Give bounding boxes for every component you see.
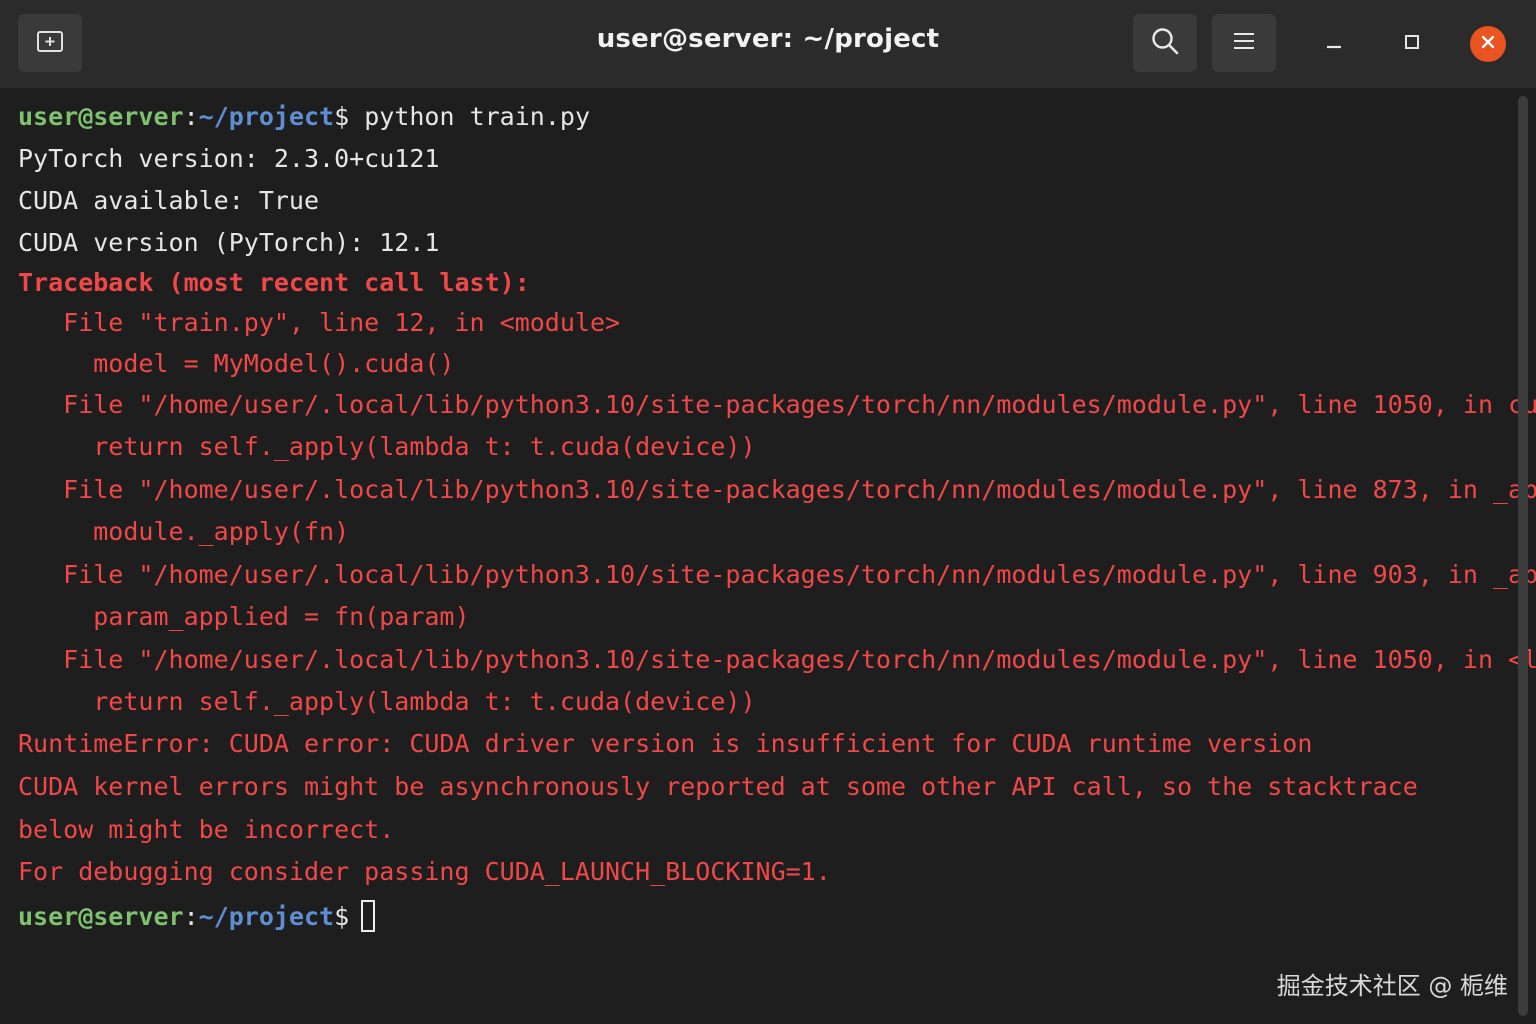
prompt-colon: : <box>183 902 199 931</box>
search-button[interactable] <box>1133 14 1197 72</box>
traceback-line: return self._apply(lambda t: t.cuda(devi… <box>18 687 756 716</box>
output-line: CUDA available: True <box>18 186 320 215</box>
new-tab-icon <box>36 28 64 59</box>
close-button[interactable] <box>1470 26 1506 62</box>
error-line: For debugging consider passing CUDA_LAUN… <box>18 857 831 886</box>
prompt-user: user@server <box>18 102 184 131</box>
traceback-header: Traceback (most recent call last): <box>18 268 530 297</box>
maximize-icon <box>1403 33 1421 56</box>
watermark: 掘金技术社区 @ 栀维 <box>1276 972 1508 1000</box>
traceback-line: module._apply(fn) <box>18 517 350 546</box>
minimize-icon <box>1325 33 1343 56</box>
prompt-dollar: $ <box>334 902 350 931</box>
error-line: below might be incorrect. <box>18 815 395 844</box>
close-icon <box>1479 33 1497 56</box>
traceback-line: File "/home/user/.local/lib/python3.10/s… <box>18 475 1536 504</box>
output-line: CUDA version (PyTorch): 12.1 <box>18 228 440 257</box>
terminal-output[interactable]: user@server:~/project$ python train.py P… <box>0 88 1536 1024</box>
text-cursor <box>361 900 376 932</box>
traceback-line: File "/home/user/.local/lib/python3.10/s… <box>18 645 1536 674</box>
hamburger-menu-icon <box>1232 31 1256 56</box>
scrollbar[interactable] <box>1518 96 1528 1016</box>
error-line: CUDA kernel errors might be asynchronous… <box>18 772 1418 801</box>
traceback-line: return self._apply(lambda t: t.cuda(devi… <box>18 432 756 461</box>
prompt-user: user@server <box>18 902 184 931</box>
prompt-path: ~/project <box>198 102 335 131</box>
traceback-line: File "/home/user/.local/lib/python3.10/s… <box>18 560 1536 589</box>
output-line: PyTorch version: 2.3.0+cu121 <box>18 144 440 173</box>
terminal-window: user@server: ~/project user@server:~/pro… <box>0 0 1536 1024</box>
traceback-line: File "/home/user/.local/lib/python3.10/s… <box>18 390 1536 419</box>
window-title: user@server: ~/project <box>596 24 940 54</box>
new-tab-button[interactable] <box>18 14 82 72</box>
prompt-path: ~/project <box>198 902 335 931</box>
search-icon <box>1150 26 1180 61</box>
prompt-colon: : <box>183 102 199 131</box>
title-bar: user@server: ~/project <box>0 0 1536 88</box>
prompt-line[interactable]: user@server:~/project$ <box>18 900 376 932</box>
error-line: RuntimeError: CUDA error: CUDA driver ve… <box>18 729 1313 758</box>
traceback-line: model = MyModel().cuda() <box>18 349 455 378</box>
command-text: python train.py <box>349 102 590 131</box>
command-line: user@server:~/project$ python train.py <box>18 102 590 132</box>
traceback-line: File "train.py", line 12, in <module> <box>18 308 621 337</box>
minimize-button[interactable] <box>1316 26 1352 62</box>
menu-button[interactable] <box>1212 14 1276 72</box>
prompt-dollar: $ <box>334 102 350 131</box>
maximize-button[interactable] <box>1394 26 1430 62</box>
traceback-line: param_applied = fn(param) <box>18 602 470 631</box>
